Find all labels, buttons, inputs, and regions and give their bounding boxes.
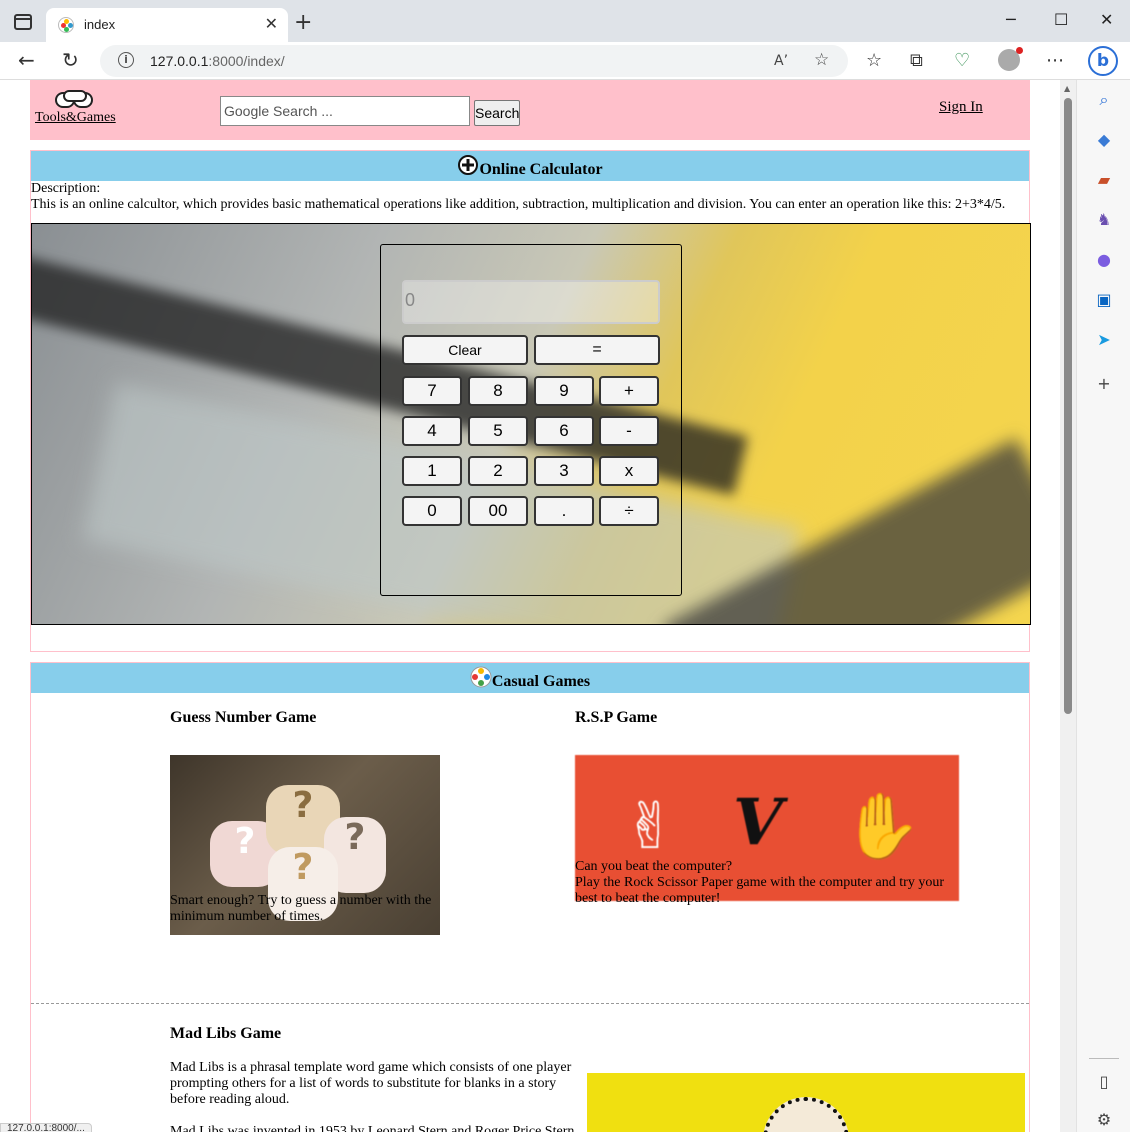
games-title: Casual Games [491, 673, 591, 690]
madlibs-description-2: Mad Libs was invented in 1953 by Leonard… [170, 1124, 575, 1132]
plus-circle-icon [457, 153, 479, 175]
calculator-display[interactable]: 0 [402, 280, 660, 324]
favorites-icon[interactable]: ☆ [866, 50, 882, 71]
key-3[interactable]: 3 [534, 456, 594, 486]
madlibs-image[interactable] [587, 1073, 1025, 1132]
key-7[interactable]: 7 [402, 376, 462, 406]
section-title-games: Casual Games [31, 663, 1029, 693]
key-8[interactable]: 8 [468, 376, 528, 406]
madlibs-card[interactable]: Mad Libs Game Mad Libs is a phrasal temp… [170, 1025, 580, 1132]
key-00[interactable]: 00 [468, 496, 528, 526]
site-info-icon[interactable]: i [118, 52, 134, 68]
minimize-icon[interactable]: ─ [1006, 10, 1016, 29]
search-button[interactable]: Search [474, 100, 520, 126]
clear-button[interactable]: Clear [402, 335, 528, 365]
collections-icon[interactable]: ⧉ [910, 50, 923, 71]
rsp-card[interactable]: R.S.P Game ✌ V ✋ Can you beat the comput… [575, 709, 959, 906]
rsp-description-1: Can you beat the computer? [575, 859, 733, 874]
refresh-icon[interactable]: ↻ [62, 48, 79, 72]
key-0[interactable]: 0 [402, 496, 462, 526]
favorite-star-icon[interactable]: ☆ [814, 50, 829, 70]
scroll-thumb[interactable] [1064, 98, 1072, 714]
calculator-title: Online Calculator [479, 161, 603, 178]
add-sidebar-icon[interactable]: + [1094, 374, 1114, 394]
tab-actions-icon[interactable] [14, 14, 32, 30]
sign-in-link[interactable]: Sign In [939, 99, 983, 116]
key-minus[interactable]: - [599, 416, 659, 446]
sidebar-divider [1089, 1058, 1119, 1059]
key-9[interactable]: 9 [534, 376, 594, 406]
site-logo[interactable]: Tools&Games [35, 88, 116, 126]
profile-avatar[interactable] [998, 47, 1023, 71]
casual-games-section: Casual Games Guess Number Game ? ? ? ? S… [30, 662, 1030, 1132]
back-icon[interactable]: ← [18, 48, 35, 72]
url-text[interactable]: 127.0.0.1:8000/index/ [150, 53, 285, 69]
tab-close-icon[interactable]: ✕ [265, 14, 278, 33]
guess-number-description: Smart enough? Try to guess a number with… [170, 893, 432, 924]
browser-essentials-icon[interactable]: ♡ [954, 50, 970, 71]
sidebar-toggle-icon[interactable]: ▯ [1094, 1072, 1114, 1092]
outlook-icon[interactable]: ▣ [1094, 290, 1114, 310]
rsp-description-2: Play the Rock Scissor Paper game with th… [575, 875, 944, 906]
section-title-calculator: Online Calculator [31, 151, 1029, 181]
maximize-icon[interactable]: ☐ [1054, 10, 1068, 29]
key-5[interactable]: 5 [468, 416, 528, 446]
calculator-background-image: 0 Clear = 7 8 9 + 4 5 6 - 1 2 3 x 0 00 .… [31, 223, 1031, 625]
browser-tab[interactable]: index ✕ [46, 8, 288, 42]
calculator-description: This is an online calcultor, which provi… [31, 197, 1006, 212]
logo-text[interactable]: Tools&Games [35, 110, 116, 126]
gamepad-favicon-icon [58, 17, 74, 33]
key-multiply[interactable]: x [599, 456, 659, 486]
new-tab-icon[interactable]: + [294, 10, 312, 35]
scroll-up-arrow-icon[interactable]: ▲ [1064, 84, 1070, 93]
games-chess-icon[interactable]: ♞ [1094, 210, 1114, 230]
settings-gear-icon[interactable]: ⚙ [1094, 1110, 1114, 1130]
browser-tab-bar: index ✕ + ─ ☐ ✕ [0, 0, 1130, 42]
key-2[interactable]: 2 [468, 456, 528, 486]
tools-briefcase-icon[interactable]: ▰ [1094, 170, 1114, 190]
status-bar-url: 127.0.0.1:8000/... [0, 1123, 92, 1132]
guess-number-card[interactable]: Guess Number Game ? ? ? ? Smart enough? … [170, 709, 450, 935]
madlibs-description-1: Mad Libs is a phrasal template word game… [170, 1060, 572, 1107]
calculator-description-label: Description: [31, 181, 101, 196]
address-bar[interactable]: i 127.0.0.1:8000/index/ A’ ☆ [100, 45, 848, 77]
edge-sidebar: ⌕ ◆ ▰ ♞ ● ▣ ➤ + ▯ ⚙ [1076, 80, 1130, 1132]
rsp-title[interactable]: R.S.P Game [575, 709, 959, 727]
guess-number-title[interactable]: Guess Number Game [170, 709, 450, 727]
versus-text-graphic: V [733, 785, 783, 860]
bing-copilot-icon[interactable]: b [1088, 46, 1118, 76]
page-viewport: Tools&Games Google Search ... Search Sig… [0, 80, 1060, 1132]
scissors-hand-icon: ✌ [623, 790, 677, 864]
key-plus[interactable]: + [599, 376, 659, 406]
key-4[interactable]: 4 [402, 416, 462, 446]
site-header: Tools&Games Google Search ... Search Sig… [30, 80, 1030, 140]
page-scrollbar[interactable]: ▲ [1060, 80, 1076, 1132]
window-close-icon[interactable]: ✕ [1100, 10, 1113, 29]
madlibs-face-icon [763, 1097, 849, 1132]
calculator-section: Online Calculator Description: This is a… [30, 150, 1031, 652]
key-decimal[interactable]: . [534, 496, 594, 526]
more-menu-icon[interactable]: ⋯ [1046, 50, 1064, 71]
key-divide[interactable]: ÷ [599, 496, 659, 526]
gamepad-logo-icon [55, 88, 95, 110]
send-icon[interactable]: ➤ [1094, 330, 1114, 350]
key-6[interactable]: 6 [534, 416, 594, 446]
tab-title: index [84, 17, 116, 32]
microsoft365-icon[interactable]: ● [1094, 250, 1114, 270]
games-divider [31, 1003, 1029, 1004]
calculator-panel: 0 Clear = 7 8 9 + 4 5 6 - 1 2 3 x 0 00 .… [380, 244, 682, 596]
shopping-tag-icon[interactable]: ◆ [1094, 130, 1114, 150]
gamepad-buttons-icon [470, 665, 492, 688]
madlibs-title[interactable]: Mad Libs Game [170, 1025, 580, 1043]
key-1[interactable]: 1 [402, 456, 462, 486]
equals-button[interactable]: = [534, 335, 660, 365]
read-aloud-icon[interactable]: A’ [774, 53, 788, 69]
search-icon[interactable]: ⌕ [1094, 90, 1114, 110]
browser-toolbar: ← ↻ i 127.0.0.1:8000/index/ A’ ☆ ☆ ⧉ ♡ ⋯… [0, 42, 1130, 80]
search-input[interactable]: Google Search ... [220, 96, 470, 126]
paper-hand-icon: ✋ [842, 790, 922, 864]
